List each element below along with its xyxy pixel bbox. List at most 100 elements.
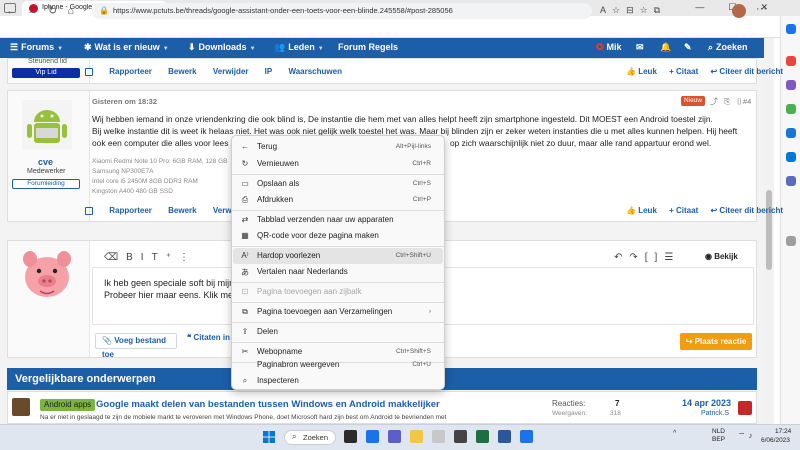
report-link[interactable]: Rapporteer — [109, 206, 152, 215]
navigation-icons[interactable]: ←→↻⌂ — [6, 4, 84, 17]
more-menu-icon[interactable]: ··· — [756, 3, 767, 15]
games-icon[interactable] — [786, 104, 796, 114]
add-icon[interactable] — [786, 236, 796, 246]
like-link[interactable]: 👍 Leuk — [626, 206, 657, 215]
windows-start-icon[interactable] — [263, 431, 275, 443]
edit-link[interactable]: Bewerk — [168, 206, 196, 215]
topic-author-avatar[interactable] — [12, 398, 30, 416]
user-avatar-image[interactable] — [22, 100, 72, 150]
store-icon[interactable] — [432, 430, 445, 443]
post-text-line: op zich waarschijnlijk niet zo duur, maa… — [450, 138, 712, 148]
nav-whats-new[interactable]: ✱ Wat is er nieuw ▼ — [84, 42, 169, 53]
editor-toolbar[interactable]: ⌫BIT⁺⋮ — [104, 252, 197, 263]
reply-quote-link[interactable]: ↩ Citeer dit bericht — [710, 67, 783, 76]
keyboard-language[interactable]: NLD — [712, 428, 725, 435]
editor-toolbar-right[interactable]: ↶↷[]☰ — [614, 252, 680, 263]
insert-quotes-button[interactable]: ❝ Citaten in — [187, 333, 230, 342]
chevron-down-icon: ▼ — [317, 46, 324, 52]
menu-item-print[interactable]: ⎙ Afdrukken Ctrl+P — [233, 192, 443, 208]
menu-separator — [232, 174, 444, 175]
nav-rules[interactable]: Forum Regels — [338, 42, 398, 52]
menu-shortcut: Alt+Pijl-links — [395, 143, 431, 150]
select-checkbox[interactable] — [85, 67, 93, 76]
system-tray-chevron-icon[interactable]: ^ — [673, 430, 680, 437]
menu-item-inspect[interactable]: ⌕ Inspecteren — [233, 373, 443, 389]
like-label: Leuk — [638, 67, 657, 76]
menu-item-share[interactable]: ⇪ Delen — [233, 324, 443, 340]
menu-item-add-collections[interactable]: ⧉ Pagina toevoegen aan Verzamelingen › — [233, 304, 443, 320]
delete-link[interactable]: Verwijder — [213, 67, 249, 76]
teams-icon[interactable] — [388, 430, 401, 443]
office-icon[interactable] — [786, 128, 796, 138]
topic-last-date[interactable]: 14 apr 2023 — [682, 398, 731, 408]
file-explorer-icon[interactable] — [410, 430, 423, 443]
post-user-badge: Forumleiding — [12, 179, 80, 189]
scrollbar-thumb[interactable] — [766, 190, 772, 270]
edge-icon-2[interactable] — [520, 430, 533, 443]
edge-browser-icon[interactable] — [366, 430, 379, 443]
menu-item-view-source[interactable]: Paginabron weergeven Ctrl+U — [233, 357, 443, 373]
alerts-icon[interactable]: 🔔 — [660, 42, 671, 53]
drop-icon[interactable] — [786, 176, 796, 186]
clock-time[interactable]: 17:24 — [775, 428, 791, 435]
topic-prefix-tag[interactable]: Android apps — [40, 399, 96, 411]
profile-avatar[interactable] — [732, 4, 746, 18]
url-text[interactable]: https://www.pctuts.be/threads/google-ass… — [113, 6, 453, 15]
lock-icon[interactable]: 🔒 — [99, 6, 109, 15]
tools-icon[interactable] — [786, 80, 796, 90]
menu-item-save-as[interactable]: ▭ Opslaan als Ctrl+S — [233, 176, 443, 192]
preview-button[interactable]: ◉ Bekijk — [705, 252, 738, 261]
excel-icon[interactable] — [476, 430, 489, 443]
nav-search[interactable]: ⌕ Zoeken — [708, 42, 748, 53]
menu-item-read-aloud[interactable]: A⁾ Hardop voorlezen Ctrl+Shift+U — [233, 248, 443, 264]
select-checkbox[interactable] — [85, 206, 93, 215]
edit-icon[interactable]: ✎ — [684, 42, 692, 53]
keyboard-layout[interactable]: BEP — [712, 436, 725, 443]
post-username[interactable]: cve — [38, 157, 53, 167]
quote-link[interactable]: + Citaat — [669, 206, 698, 215]
chevron-down-icon: ▼ — [162, 46, 169, 52]
ip-link[interactable]: IP — [265, 67, 273, 76]
menu-item-qr-code[interactable]: ▦ QR-code voor deze pagina maken — [233, 228, 443, 244]
topic-title-link[interactable]: Google maakt delen van bestanden tussen … — [96, 399, 440, 410]
report-link[interactable]: Rapporteer — [109, 67, 152, 76]
user-avatar-icon: ✪ — [596, 42, 604, 52]
warn-link[interactable]: Waarschuwen — [288, 67, 342, 76]
attach-file-button[interactable]: 📎 Voeg bestand toe — [95, 333, 177, 359]
members-icon: 👥 — [274, 42, 286, 52]
menu-item-send-tab[interactable]: ⇄ Tabblad verzenden naar uw apparaten — [233, 212, 443, 228]
reply-quote-link[interactable]: ↩ Citeer dit bericht — [710, 206, 783, 215]
edge-sidebar — [780, 16, 800, 424]
nav-downloads[interactable]: ⬇ Downloads ▼ — [188, 42, 256, 53]
menu-item-back[interactable]: ← Terug Alt+Pijl-links — [233, 139, 443, 155]
post-number[interactable]: #4 — [743, 97, 751, 106]
nav-user[interactable]: ✪ Mik — [596, 42, 622, 53]
post-reply-button[interactable]: ↪ Plaats reactie — [680, 333, 752, 350]
clock-date[interactable]: 6/06/2023 — [761, 437, 790, 444]
nav-members[interactable]: 👥 Leden ▼ — [274, 42, 324, 53]
reply-quote-label: Citeer dit bericht — [719, 67, 783, 76]
nav-forums[interactable]: ☰ Forums ▼ — [10, 42, 63, 53]
menu-item-refresh[interactable]: ↻ Vernieuwen Ctrl+R — [233, 156, 443, 172]
edit-link[interactable]: Bewerk — [168, 67, 196, 76]
bing-icon[interactable] — [786, 24, 796, 34]
outlook-icon[interactable] — [786, 152, 796, 162]
word-icon[interactable] — [498, 430, 511, 443]
task-view-icon[interactable] — [344, 430, 357, 443]
last-poster-avatar[interactable] — [738, 401, 752, 415]
network-sound-icons[interactable]: ⌔♪ — [738, 431, 756, 441]
inbox-icon[interactable]: ✉ — [636, 42, 644, 53]
like-link[interactable]: 👍 Leuk — [626, 67, 657, 76]
post-date[interactable]: Gisteren om 18:32 — [92, 97, 157, 106]
forums-icon: ☰ — [10, 42, 19, 52]
shopping-icon[interactable] — [786, 56, 796, 66]
topic-last-author[interactable]: Patrick.S — [701, 410, 729, 417]
user-status: Steunend lid — [28, 58, 67, 65]
toolbar-icons[interactable]: A☆⊟☆⧉ — [600, 5, 666, 16]
menu-shortcut: Ctrl+P — [412, 196, 431, 203]
terminal-icon[interactable] — [454, 430, 467, 443]
quote-link[interactable]: + Citaat — [669, 67, 698, 76]
nav-search-label: Zoeken — [716, 42, 748, 52]
megaphone-icon: ✱ — [84, 42, 92, 52]
menu-item-translate[interactable]: あ Vertalen naar Nederlands — [233, 264, 443, 280]
